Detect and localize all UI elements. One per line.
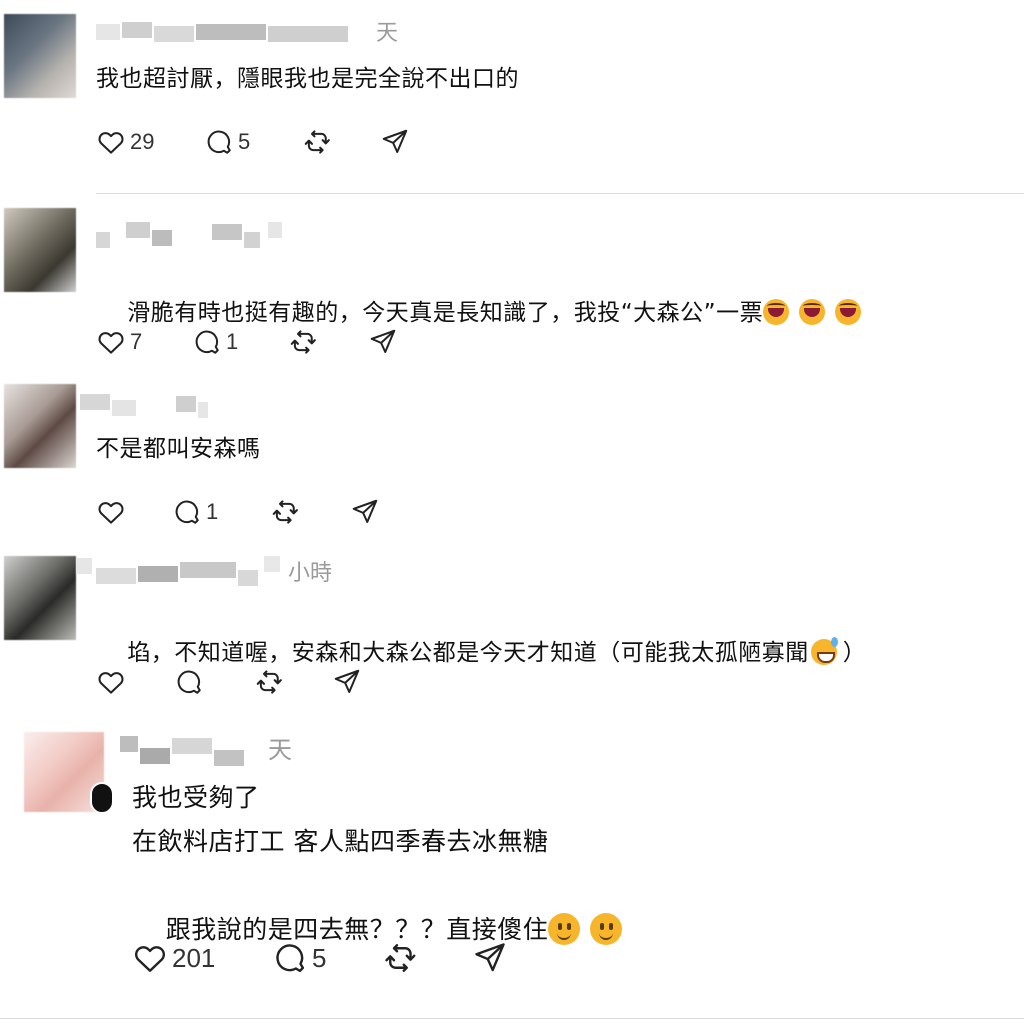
- repost-icon: [254, 667, 284, 697]
- action-bar: [96, 662, 416, 702]
- action-bar: 7 1: [96, 322, 416, 362]
- like-button[interactable]: 201: [132, 936, 215, 980]
- avatar-badge: [90, 782, 114, 814]
- reply-count: 5: [238, 129, 251, 154]
- divider: [96, 193, 1024, 194]
- repost-button[interactable]: [270, 492, 300, 532]
- reply-count: 5: [312, 942, 327, 973]
- share-button[interactable]: [350, 492, 380, 532]
- action-bar: 1: [96, 492, 416, 532]
- comment-text-tail: ）: [842, 640, 867, 666]
- action-bar: 201 5: [132, 936, 532, 980]
- like-button[interactable]: [96, 492, 126, 532]
- comment-text: 不是都叫安森嗎: [96, 436, 261, 462]
- repost-icon: [302, 127, 332, 157]
- reply-button[interactable]: 1: [172, 492, 218, 532]
- comment-line-2: 在飲料店打工 客人點四季春去冰無糖: [132, 827, 549, 856]
- repost-button[interactable]: [288, 322, 318, 362]
- username-blurred[interactable]: [76, 556, 286, 586]
- share-button[interactable]: [380, 122, 410, 162]
- comment-line-1: 我也受夠了: [132, 783, 260, 812]
- timestamp: 小時: [288, 561, 333, 586]
- like-count: 29: [130, 129, 155, 154]
- comment-icon: [174, 667, 204, 697]
- username-blurred[interactable]: [96, 18, 376, 46]
- like-count: 201: [172, 942, 216, 973]
- action-bar: 29 5: [96, 122, 416, 162]
- comment-icon: [204, 127, 234, 157]
- repost-icon: [270, 497, 300, 527]
- avatar[interactable]: [4, 384, 76, 468]
- repost-button[interactable]: [302, 122, 332, 162]
- like-count: 7: [130, 329, 143, 354]
- like-button[interactable]: 29: [96, 122, 154, 162]
- heart-icon: [96, 327, 126, 357]
- username-blurred[interactable]: [80, 390, 220, 418]
- share-button[interactable]: [472, 936, 508, 980]
- avatar[interactable]: [4, 556, 76, 640]
- heart-icon: [96, 127, 126, 157]
- reply-button[interactable]: 1: [192, 322, 238, 362]
- reply-button[interactable]: [174, 662, 204, 702]
- heart-icon: [132, 940, 168, 976]
- send-icon: [332, 667, 362, 697]
- comment-text: 我也超討厭，隱眼我也是完全說不出口的: [96, 66, 519, 92]
- repost-button[interactable]: [382, 936, 418, 980]
- repost-icon: [288, 327, 318, 357]
- timestamp: 天: [376, 21, 399, 46]
- share-button[interactable]: [368, 322, 398, 362]
- like-button[interactable]: [96, 662, 126, 702]
- send-icon: [368, 327, 398, 357]
- rolling-laughing-emoji: [835, 299, 862, 325]
- repost-button[interactable]: [254, 662, 284, 702]
- divider: [0, 1018, 1024, 1019]
- comment-icon: [272, 940, 308, 976]
- rolling-laughing-emoji: [763, 299, 790, 325]
- heart-icon: [96, 497, 126, 527]
- send-icon: [350, 497, 380, 527]
- avatar[interactable]: [4, 208, 76, 292]
- reply-button[interactable]: 5: [204, 122, 250, 162]
- avatar[interactable]: [4, 14, 76, 98]
- grinning-sweat-emoji: [810, 637, 838, 665]
- like-button[interactable]: 7: [96, 322, 142, 362]
- reply-button[interactable]: 5: [272, 936, 326, 980]
- share-button[interactable]: [332, 662, 362, 702]
- reply-count: 1: [226, 329, 239, 354]
- slightly-smiling-emoji: [548, 913, 581, 945]
- rolling-laughing-emoji: [799, 299, 826, 325]
- slightly-smiling-emoji: [590, 913, 623, 945]
- timestamp: 天: [268, 736, 292, 764]
- comment-icon: [192, 327, 222, 357]
- comment-icon: [172, 497, 202, 527]
- repost-icon: [382, 940, 418, 976]
- send-icon: [380, 127, 410, 157]
- username-blurred[interactable]: [120, 734, 270, 766]
- send-icon: [472, 940, 508, 976]
- heart-icon: [96, 667, 126, 697]
- reply-count: 1: [206, 499, 219, 524]
- username-blurred[interactable]: [96, 220, 296, 248]
